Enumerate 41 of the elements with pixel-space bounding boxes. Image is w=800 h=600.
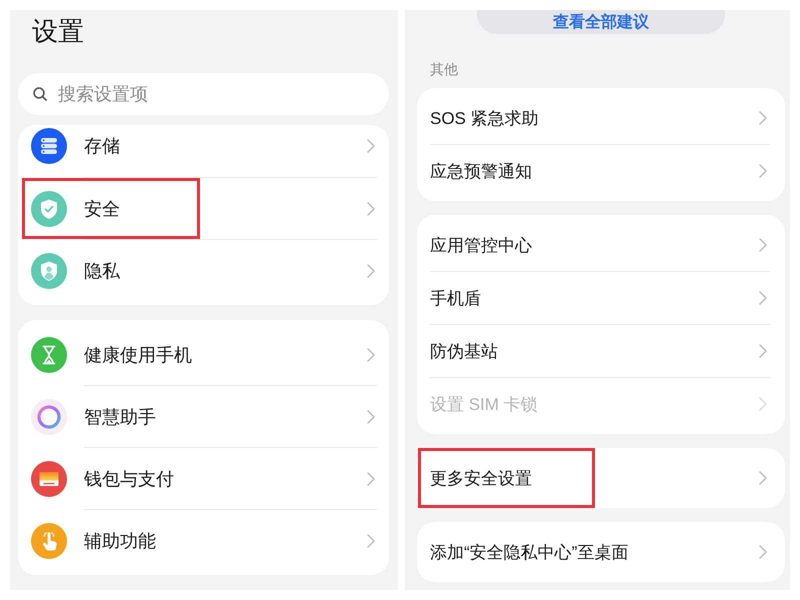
search-field[interactable]: 搜索设置项: [18, 73, 389, 115]
settings-item[interactable]: 应用管控中心: [417, 215, 785, 271]
chevron-right-icon: [759, 238, 767, 252]
chevron-right-icon: [367, 348, 375, 362]
settings-item[interactable]: SOS 紧急求助: [417, 88, 785, 144]
settings-item[interactable]: 更多安全设置: [417, 448, 785, 508]
settings-item[interactable]: 添加“安全隐私中心”至桌面: [417, 522, 785, 582]
chevron-right-icon: [367, 139, 375, 153]
settings-item[interactable]: 手机盾: [417, 272, 785, 324]
hand-pointer-icon: [31, 522, 67, 558]
chevron-right-icon: [367, 264, 375, 278]
chevron-right-icon: [759, 397, 767, 411]
settings-item[interactable]: 健康使用手机: [18, 324, 389, 385]
settings-item[interactable]: 防伪基站: [417, 325, 785, 377]
section-label: 其他: [430, 60, 458, 78]
settings-item[interactable]: 钱包与支付: [18, 448, 389, 509]
settings-item[interactable]: 存储: [18, 125, 389, 177]
settings-item[interactable]: 应急预警通知: [417, 145, 785, 201]
chevron-right-icon: [367, 534, 375, 548]
hourglass-icon: [31, 336, 67, 372]
page-title: 设置: [32, 16, 84, 47]
chevron-right-icon: [367, 472, 375, 486]
settings-item[interactable]: 智慧助手: [18, 386, 389, 447]
chevron-right-icon: [759, 164, 767, 178]
search-icon: [33, 87, 47, 101]
stack-icon: [31, 128, 67, 164]
chevron-right-icon: [759, 545, 767, 559]
search-input[interactable]: 搜索设置项: [58, 84, 374, 104]
suggestions-button[interactable]: 查看全部建议: [477, 10, 725, 34]
ring-icon: [31, 398, 67, 434]
chevron-right-icon: [759, 344, 767, 358]
chevron-right-icon: [759, 111, 767, 125]
shield-check-icon: [31, 190, 67, 226]
chevron-right-icon: [367, 202, 375, 216]
card-icon: [31, 460, 67, 496]
chevron-right-icon: [759, 291, 767, 305]
shield-person-icon: [31, 252, 67, 288]
chevron-right-icon: [759, 471, 767, 485]
settings-item[interactable]: 辅助功能: [18, 510, 389, 571]
settings-item[interactable]: 隐私: [18, 240, 389, 301]
chevron-right-icon: [367, 410, 375, 424]
